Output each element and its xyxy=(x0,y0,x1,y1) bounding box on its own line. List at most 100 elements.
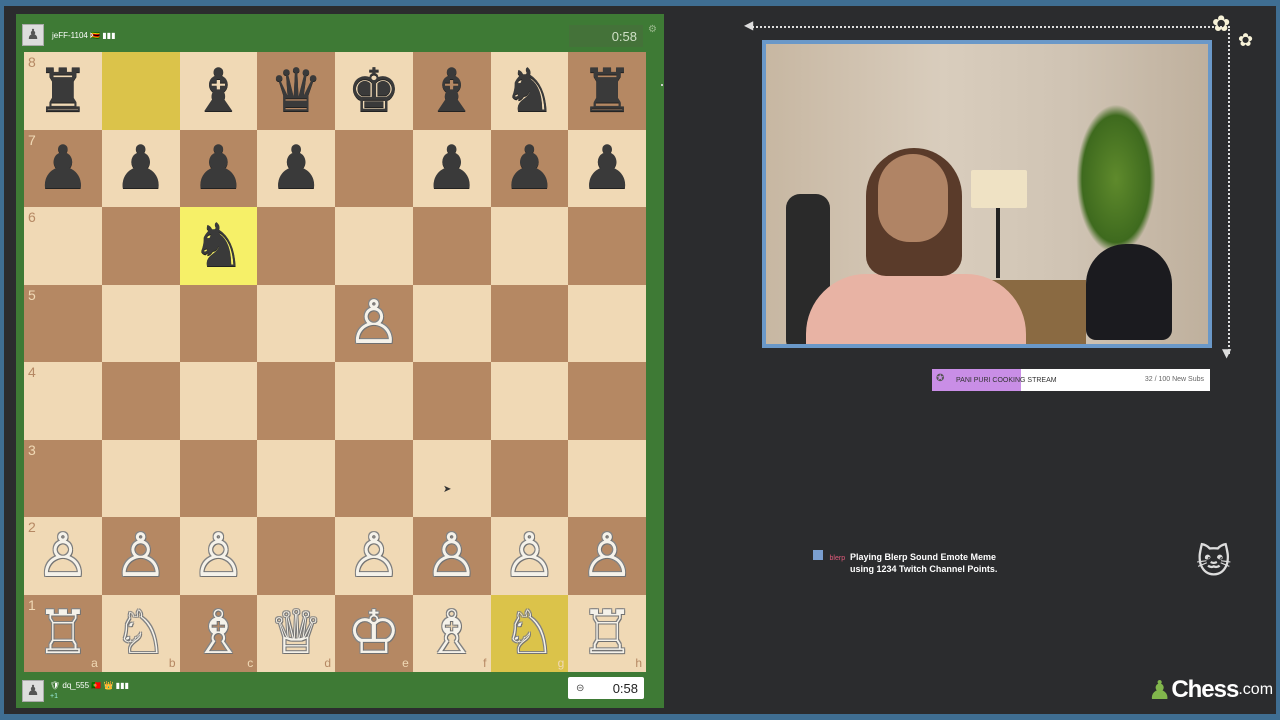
square-a3[interactable]: 3 xyxy=(24,439,102,517)
top-player-name[interactable]: jeFF-1104 🇿🇼 ▮▮▮ xyxy=(52,31,115,40)
square-b3[interactable] xyxy=(101,439,180,517)
chess-piece-c6[interactable]: ♞ xyxy=(191,216,245,276)
chess-piece-c7[interactable]: ♟ xyxy=(191,138,245,198)
chess-piece-h8[interactable]: ♜ xyxy=(580,61,634,121)
square-g3[interactable] xyxy=(490,439,569,517)
square-d7[interactable]: ♟ xyxy=(257,129,335,207)
square-d8[interactable]: ♛ xyxy=(257,52,335,130)
square-a4[interactable]: 4 xyxy=(24,362,102,440)
chess-piece-a2[interactable]: ♙ xyxy=(36,526,90,586)
chess-piece-c2[interactable]: ♙ xyxy=(191,526,245,586)
square-c3[interactable] xyxy=(179,439,258,517)
square-c2[interactable]: ♙ xyxy=(179,517,258,595)
pawn-avatar-icon[interactable]: ♟ xyxy=(22,680,44,702)
square-c5[interactable] xyxy=(179,284,258,362)
square-e6[interactable] xyxy=(335,207,413,285)
chess-piece-e2[interactable]: ♙ xyxy=(347,526,401,586)
square-f6[interactable] xyxy=(412,207,491,285)
square-f1[interactable]: f ♗ xyxy=(412,594,491,672)
square-b6[interactable] xyxy=(101,207,180,285)
chess-piece-d1[interactable]: ♕ xyxy=(269,603,323,663)
square-e5[interactable]: ♙ xyxy=(335,284,413,362)
square-h6[interactable] xyxy=(568,207,646,285)
chess-piece-h2[interactable]: ♙ xyxy=(580,526,634,586)
chess-piece-e8[interactable]: ♚ xyxy=(347,61,401,121)
square-h5[interactable] xyxy=(568,284,646,362)
square-e1[interactable]: e ♔ xyxy=(335,594,413,672)
square-h4[interactable] xyxy=(568,362,646,440)
square-f3[interactable] xyxy=(412,439,491,517)
square-c6[interactable]: ♞ xyxy=(179,207,258,285)
square-f5[interactable] xyxy=(412,284,491,362)
square-g2[interactable]: ♙ xyxy=(490,517,569,595)
chess-piece-b1[interactable]: ♘ xyxy=(114,603,168,663)
chess-piece-g1[interactable]: ♘ xyxy=(502,603,556,663)
chess-piece-b2[interactable]: ♙ xyxy=(114,526,168,586)
square-d1[interactable]: d ♕ xyxy=(257,594,335,672)
square-a2[interactable]: 2 ♙ xyxy=(24,517,102,595)
square-g6[interactable] xyxy=(490,207,569,285)
chess-piece-a7[interactable]: ♟ xyxy=(36,138,90,198)
square-g4[interactable] xyxy=(490,362,569,440)
chess-piece-f1[interactable]: ♗ xyxy=(425,603,479,663)
square-a8[interactable]: 8 ♜ xyxy=(24,52,102,130)
chess-piece-g2[interactable]: ♙ xyxy=(502,526,556,586)
square-c7[interactable]: ♟ xyxy=(179,129,258,207)
gear-icon[interactable]: ⚙ xyxy=(648,24,657,35)
chess-piece-g8[interactable]: ♞ xyxy=(502,61,556,121)
square-h8[interactable]: ♜ xyxy=(568,52,646,130)
chess-piece-h7[interactable]: ♟ xyxy=(580,138,634,198)
square-e4[interactable] xyxy=(335,362,413,440)
square-e8[interactable]: ♚ xyxy=(335,52,413,130)
square-e3[interactable] xyxy=(335,439,413,517)
square-f4[interactable] xyxy=(412,362,491,440)
chess-piece-f7[interactable]: ♟ xyxy=(425,138,479,198)
chess-piece-c8[interactable]: ♝ xyxy=(191,61,245,121)
square-f7[interactable]: ♟ xyxy=(412,129,491,207)
square-c8[interactable]: ♝ xyxy=(179,52,258,130)
square-b4[interactable] xyxy=(101,362,180,440)
square-b5[interactable] xyxy=(101,284,180,362)
square-b1[interactable]: b ♘ xyxy=(101,594,180,672)
square-f2[interactable]: ♙ xyxy=(412,517,491,595)
chess-piece-a8[interactable]: ♜ xyxy=(36,61,90,121)
bottom-player-name[interactable]: 🛡 dq_555 🇵🇹 👑 ▮▮▮ xyxy=(50,681,129,690)
square-c4[interactable] xyxy=(179,362,258,440)
square-h2[interactable]: ♙ xyxy=(568,517,646,595)
square-g7[interactable]: ♟ xyxy=(490,129,569,207)
square-e7[interactable] xyxy=(335,129,413,207)
square-d6[interactable] xyxy=(257,207,335,285)
square-g5[interactable] xyxy=(490,284,569,362)
square-d4[interactable] xyxy=(257,362,335,440)
square-a5[interactable]: 5 xyxy=(24,284,102,362)
square-h7[interactable]: ♟ xyxy=(568,129,646,207)
chess-piece-g7[interactable]: ♟ xyxy=(502,138,556,198)
chess-piece-h1[interactable]: ♖ xyxy=(580,603,634,663)
square-h1[interactable]: h ♖ xyxy=(568,594,646,672)
chess-piece-c1[interactable]: ♗ xyxy=(191,603,245,663)
square-d5[interactable] xyxy=(257,284,335,362)
chess-piece-b7[interactable]: ♟ xyxy=(114,138,168,198)
chess-board[interactable]: 8 ♜ ♝ ♛ ♚ ♝ ♞ ♜ 7 ♟ ♟ ♟ ♟ ♟ ♟ ♟ 6 ♞ 5 ♙ 4 3 2 ♙ ♙ ♙ ♙ ♙ ♙ ♙ 1 a ♖ b ♘ c ♗ d ♕ e… xyxy=(24,52,646,672)
chess-piece-e5[interactable]: ♙ xyxy=(347,293,401,353)
pawn-avatar-icon[interactable]: ♟ xyxy=(22,24,44,46)
square-c1[interactable]: c ♗ xyxy=(179,594,258,672)
chess-piece-f2[interactable]: ♙ xyxy=(425,526,479,586)
chess-piece-e1[interactable]: ♔ xyxy=(347,603,401,663)
square-b8[interactable] xyxy=(101,52,180,130)
square-f8[interactable]: ♝ xyxy=(412,52,491,130)
chess-piece-d8[interactable]: ♛ xyxy=(269,61,323,121)
square-b7[interactable]: ♟ xyxy=(101,129,180,207)
square-g1[interactable]: g ♘ xyxy=(490,594,569,672)
square-a1[interactable]: 1 a ♖ xyxy=(24,594,102,672)
square-a6[interactable]: 6 xyxy=(24,207,102,285)
chess-piece-f8[interactable]: ♝ xyxy=(425,61,479,121)
square-d2[interactable] xyxy=(257,517,335,595)
square-d3[interactable] xyxy=(257,439,335,517)
chess-piece-d7[interactable]: ♟ xyxy=(269,138,323,198)
square-h3[interactable] xyxy=(568,439,646,517)
square-e2[interactable]: ♙ xyxy=(335,517,413,595)
chess-piece-a1[interactable]: ♖ xyxy=(36,603,90,663)
square-a7[interactable]: 7 ♟ xyxy=(24,129,102,207)
square-b2[interactable]: ♙ xyxy=(101,517,180,595)
